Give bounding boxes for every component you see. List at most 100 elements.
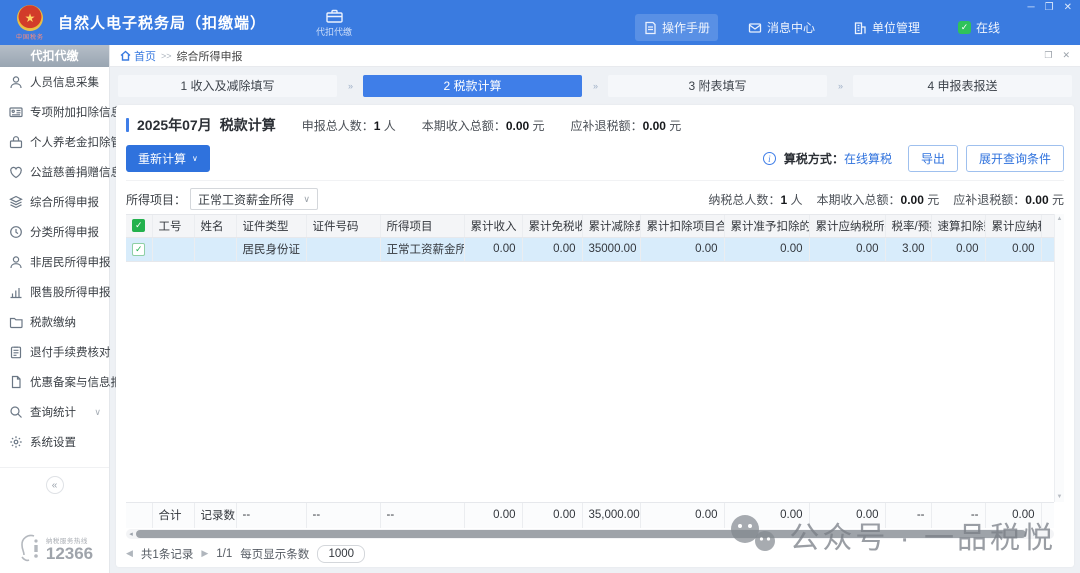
- stat-2: 应补退税额：0.00 元: [571, 117, 682, 134]
- horizontal-scrollbar[interactable]: ◂ ▸: [126, 529, 1054, 539]
- step-tab-1[interactable]: 1 收入及减除填写: [118, 75, 337, 97]
- table-cell: 0.00: [640, 237, 724, 261]
- pagination: ◀ 共1条记录 ▶ 1/1 每页显示条数 1000: [126, 539, 1064, 563]
- restore-icon[interactable]: ❐: [1045, 2, 1054, 13]
- income-item-label: 所得项目：: [126, 191, 186, 208]
- minimize-icon[interactable]: ─: [1028, 2, 1035, 13]
- toolbar: 重新计算 ∨ i 算税方式：在线算税 导出 展开查询条件: [126, 145, 1064, 172]
- chevron-down-icon: ∨: [303, 194, 310, 205]
- window-controls: ─ ❐ ✕: [1028, 2, 1072, 13]
- total-cell: --: [931, 503, 985, 528]
- sidebar-item-query-statistics[interactable]: 查询统计∨: [0, 397, 109, 427]
- panel-restore-icon[interactable]: ❒: [1044, 50, 1052, 61]
- online-icon: ✓: [958, 21, 971, 34]
- step-separator-icon: »: [827, 81, 853, 91]
- titlebar-menu-item[interactable]: 操作手册: [635, 14, 718, 41]
- tax-mode-link[interactable]: 在线算税: [844, 152, 892, 166]
- gear-icon: [9, 435, 23, 449]
- scroll-down-icon[interactable]: ▼: [1057, 494, 1063, 500]
- export-button[interactable]: 导出: [908, 145, 958, 172]
- table-cell: 0.00: [931, 237, 985, 261]
- select-all-checkbox[interactable]: ✓: [132, 219, 145, 232]
- panel-close-icon[interactable]: ✕: [1062, 50, 1070, 61]
- column-header: 累计免税收入: [522, 215, 582, 237]
- total-cell: 0.00: [640, 503, 724, 528]
- recalculate-button[interactable]: 重新计算 ∨: [126, 145, 210, 172]
- sidebar-item-classified-income-declaration[interactable]: 分类所得申报: [0, 217, 109, 247]
- scroll-left-icon[interactable]: ◂: [126, 530, 136, 538]
- sidebar-item-preferential-filing-info[interactable]: 优惠备案与信息报送∨: [0, 367, 109, 397]
- expand-query-button[interactable]: 展开查询条件: [966, 145, 1064, 172]
- checkbox-cell: [126, 503, 152, 528]
- scroll-right-icon[interactable]: ▸: [1030, 530, 1040, 538]
- sidebar-item-tax-payment[interactable]: 税款缴纳: [0, 307, 109, 337]
- table-cell: 3.00: [885, 237, 931, 261]
- sidebar-item-charity-donation-info[interactable]: 公益慈善捐赠信息采集: [0, 157, 109, 187]
- sidebar-collapse-area: «: [0, 467, 109, 494]
- sidebar-item-comprehensive-income-declaration[interactable]: 综合所得申报: [0, 187, 109, 217]
- income-item-select[interactable]: 正常工资薪金所得 ∨: [190, 188, 318, 210]
- sidebar-item-restricted-stock-declaration[interactable]: 限售股所得申报: [0, 277, 109, 307]
- chart-icon: [9, 285, 23, 299]
- step-wizard: 1 收入及减除填写»2 税款计算»3 附表填写»4 申报表报送: [110, 67, 1080, 105]
- next-page-icon[interactable]: ▶: [201, 548, 208, 559]
- column-header: 累计应纳税额: [985, 215, 1041, 237]
- total-cell: 记录数：1: [194, 503, 236, 528]
- title-accent-bar: [126, 118, 129, 132]
- sidebar-item-label: 系统设置: [30, 434, 76, 450]
- sidebar-item-system-settings[interactable]: 系统设置: [0, 427, 109, 457]
- close-icon[interactable]: ✕: [1064, 2, 1072, 13]
- total-records: 共1条记录: [141, 546, 193, 562]
- sidebar-item-personal-pension-deduction[interactable]: 个人养老金扣除管理: [0, 127, 109, 157]
- home-icon: [120, 50, 131, 61]
- chevron-down-icon: ∨: [192, 154, 198, 163]
- national-emblem-icon: ★: [17, 5, 43, 31]
- step-tab-3[interactable]: 3 附表填写: [608, 75, 827, 97]
- titlebar-menu-item[interactable]: 单位管理: [845, 14, 928, 41]
- sidebar-item-nonresident-income-declaration[interactable]: 非居民所得申报: [0, 247, 109, 277]
- prev-page-icon[interactable]: ◀: [126, 548, 133, 559]
- table-cell: [306, 237, 380, 261]
- table-cell: [1041, 237, 1054, 261]
- stat-0: 纳税总人数：1 人: [708, 191, 802, 208]
- stat-1: 本期收入总额：0.00 元: [422, 117, 545, 134]
- sidebar-item-personnel-info-collection[interactable]: 人员信息采集: [0, 67, 109, 97]
- menu-item-label: 消息中心: [767, 19, 815, 36]
- sidebar-item-special-additional-deduction[interactable]: 专项附加扣除信息采集: [0, 97, 109, 127]
- titlebar-menu-item[interactable]: 消息中心: [740, 14, 823, 41]
- total-cell: 0.00: [985, 503, 1041, 528]
- donation-icon: [9, 165, 23, 179]
- app-title: 自然人电子税务局（扣缴端）: [58, 12, 266, 33]
- sidebar-item-refund-fee-check[interactable]: 退付手续费核对: [0, 337, 109, 367]
- clock-icon: [9, 225, 23, 239]
- recalculate-label: 重新计算: [138, 150, 186, 167]
- breadcrumb-home-link[interactable]: 首页: [120, 48, 156, 64]
- table-cell: 居民身份证: [236, 237, 306, 261]
- sidebar-collapse-button[interactable]: «: [46, 476, 64, 494]
- tax-calc-card: 2025年07月 税款计算 申报总人数：1 人本期收入总额：0.00 元应补退税…: [116, 105, 1074, 567]
- row-checkbox[interactable]: ✓: [132, 243, 145, 256]
- sidebar-item-label: 退付手续费核对: [30, 344, 111, 360]
- table-viewport: ✓工号姓名证件类型证件号码所得项目累计收入累计免税收入累计减除费用累计扣除项目合…: [126, 214, 1054, 502]
- step-tab-2[interactable]: 2 税款计算: [363, 75, 582, 97]
- vertical-scrollbar[interactable]: ▲ ▼: [1054, 214, 1064, 502]
- hotline-number: 12366: [46, 545, 93, 562]
- step-tab-4[interactable]: 4 申报表报送: [853, 75, 1072, 97]
- scroll-up-icon[interactable]: ▲: [1057, 216, 1063, 222]
- table-cell: [194, 237, 236, 261]
- step-separator-icon: »: [582, 81, 608, 91]
- hscroll-thumb[interactable]: [136, 530, 1026, 538]
- column-header: 姓名: [194, 215, 236, 237]
- clipboard-icon: [9, 345, 23, 359]
- tab-withholding[interactable]: 代扣代缴: [306, 5, 362, 40]
- column-header: 工号: [152, 215, 194, 237]
- titlebar-menu-item[interactable]: ✓在线: [950, 14, 1008, 41]
- table-row[interactable]: ✓居民身份证正常工资薪金所得0.000.0035000.000.000.000.…: [126, 237, 1054, 261]
- per-page-input[interactable]: 1000: [317, 545, 365, 563]
- app-window: ─ ❐ ✕ ★ 中国税务 自然人电子税务局（扣缴端） 代扣代缴 操作手册消息中心…: [0, 0, 1080, 573]
- folder-icon: [9, 315, 23, 329]
- main-content: 首页 >> 综合所得申报 ❒ ✕ 1 收入及减除填写»2 税款计算»3 附表填写…: [110, 45, 1080, 573]
- sidebar-item-label: 查询统计: [30, 404, 76, 420]
- filter-row: 所得项目： 正常工资薪金所得 ∨ 纳税总人数：1 人本期收入总额：0.00 元应…: [126, 180, 1064, 210]
- menu-item-label: 单位管理: [872, 19, 920, 36]
